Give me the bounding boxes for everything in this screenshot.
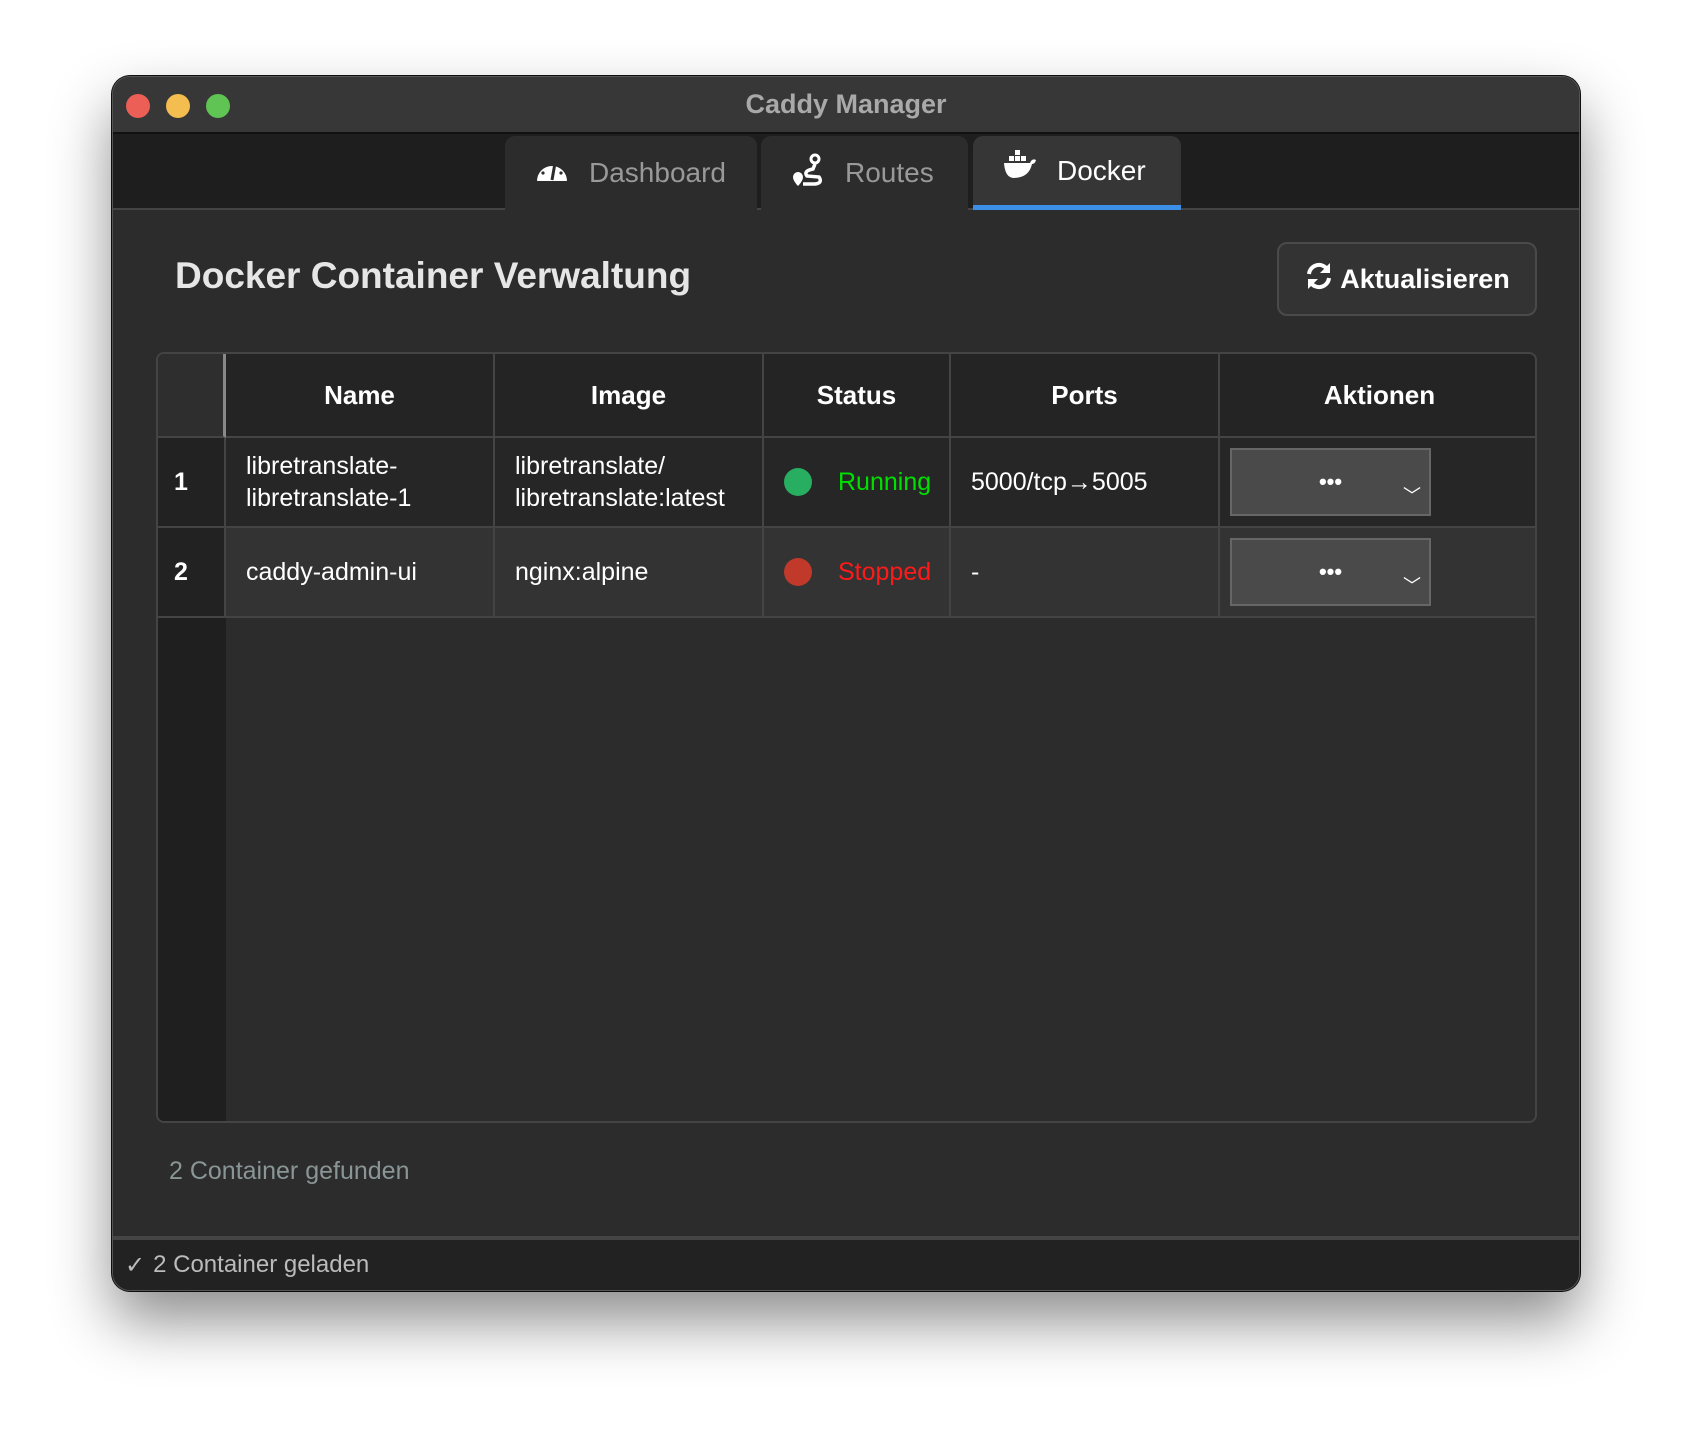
status-dot-icon xyxy=(784,468,812,496)
name-line: libretranslate-1 xyxy=(246,484,412,512)
tab-dashboard[interactable]: Dashboard xyxy=(505,136,757,210)
status-text: Stopped xyxy=(838,558,932,586)
table-corner xyxy=(158,354,226,438)
cell-image: libretranslate/libretranslate:latest xyxy=(495,438,764,526)
title-bar: Caddy Manager xyxy=(113,77,1579,134)
name-line: libretranslate- xyxy=(246,452,398,480)
tab-label: Dashboard xyxy=(589,157,726,188)
status-dot-icon xyxy=(784,558,812,586)
chevron-down-icon: ﹀ xyxy=(1403,486,1421,506)
column-header-name[interactable]: Name xyxy=(226,354,495,438)
column-header-actions[interactable]: Aktionen xyxy=(1220,354,1535,438)
status-bar: ✓ 2 Container geladen xyxy=(113,1236,1579,1290)
cell-name: libretranslate-libretranslate-1 xyxy=(226,438,495,526)
table-row[interactable]: 1 libretranslate-libretranslate-1 libret… xyxy=(158,438,1535,528)
docker-icon xyxy=(1003,150,1037,191)
row-number: 2 xyxy=(158,528,226,616)
image-line: libretranslate/ xyxy=(515,452,666,480)
table-row[interactable]: 2 caddy-admin-ui nginx:alpine Stopped - … xyxy=(158,528,1535,618)
column-header-image[interactable]: Image xyxy=(495,354,764,438)
tab-docker[interactable]: Docker xyxy=(973,136,1181,210)
tab-label: Docker xyxy=(1057,154,1146,186)
cell-ports: 5000/tcp→5005 xyxy=(951,438,1220,526)
tab-bar: Dashboard Routes Docker xyxy=(113,134,1579,210)
cell-status: Running xyxy=(764,438,951,526)
page-title: Docker Container Verwaltung xyxy=(175,255,692,296)
gauge-icon xyxy=(535,153,569,194)
tab-label: Routes xyxy=(845,157,934,188)
row-number: 1 xyxy=(158,438,226,526)
status-text: Running xyxy=(838,468,932,496)
actions-label: ••• xyxy=(1318,559,1343,584)
actions-dropdown[interactable]: ••• ﹀ xyxy=(1230,448,1431,516)
chevron-down-icon: ﹀ xyxy=(1403,576,1421,596)
container-count: 2 Container gefunden xyxy=(169,1157,410,1185)
cell-status: Stopped xyxy=(764,528,951,616)
refresh-icon xyxy=(1304,261,1334,298)
refresh-button[interactable]: Aktualisieren xyxy=(1277,242,1537,316)
cell-name: caddy-admin-ui xyxy=(226,528,495,616)
check-icon: ✓ xyxy=(125,1251,146,1279)
status-message: 2 Container geladen xyxy=(153,1251,370,1278)
cell-image: nginx:alpine xyxy=(495,528,764,616)
actions-dropdown[interactable]: ••• ﹀ xyxy=(1230,538,1431,606)
route-icon xyxy=(791,153,825,194)
tab-routes[interactable]: Routes xyxy=(761,136,968,210)
cell-actions: ••• ﹀ xyxy=(1220,438,1535,526)
window-title: Caddy Manager xyxy=(745,89,947,119)
image-line: libretranslate:latest xyxy=(515,484,725,512)
cell-ports: - xyxy=(951,528,1220,616)
column-header-ports[interactable]: Ports xyxy=(951,354,1220,438)
cell-actions: ••• ﹀ xyxy=(1220,528,1535,616)
refresh-label: Aktualisieren xyxy=(1340,263,1510,294)
actions-label: ••• xyxy=(1318,469,1343,494)
column-header-status[interactable]: Status xyxy=(764,354,951,438)
container-table: Name Image Status Ports Aktionen 1 libre… xyxy=(156,352,1537,1123)
app-window: Caddy Manager Dashboard Routes Docker Do… xyxy=(112,76,1580,1291)
